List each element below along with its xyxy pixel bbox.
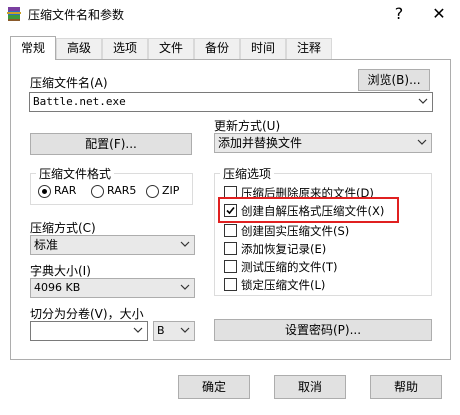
set-password-button[interactable]: 设置密码(P)... (214, 319, 432, 341)
test-label: 测试压缩的文件(T) (241, 260, 338, 274)
tab-advanced[interactable]: 高级 (56, 38, 102, 59)
tab-comment[interactable]: 注释 (286, 38, 332, 59)
radio-rar[interactable] (38, 185, 51, 198)
checkmark-icon (226, 206, 235, 215)
radio-rar5[interactable] (91, 185, 104, 198)
chevron-down-icon (417, 137, 427, 147)
help-title-button[interactable]: ? (380, 0, 418, 28)
method-select[interactable]: 标准 (30, 235, 195, 255)
cancel-button[interactable]: 取消 (274, 375, 346, 399)
chevron-down-icon (180, 325, 190, 335)
tab-files[interactable]: 文件 (148, 38, 194, 59)
options-group-title: 压缩选项 (220, 165, 275, 182)
method-label: 压缩方式(C) (30, 221, 96, 235)
checkbox-lock[interactable] (224, 278, 237, 291)
update-mode-select[interactable]: 添加并替换文件 (214, 133, 432, 153)
help-button[interactable]: 帮助 (370, 375, 442, 399)
radio-rar-label: RAR (54, 184, 77, 197)
split-unit-value: B (157, 324, 165, 337)
dict-select[interactable]: 4096 KB (30, 278, 195, 298)
archive-format-title: 压缩文件格式 (36, 165, 115, 182)
update-mode-label: 更新方式(U) (214, 119, 281, 133)
title-bar: 压缩文件名和参数 ? ✕ (0, 0, 460, 28)
split-unit-select[interactable]: B (153, 321, 195, 341)
ok-button[interactable]: 确定 (178, 375, 250, 399)
lock-label: 锁定压缩文件(L) (241, 278, 326, 292)
checkbox-test[interactable] (224, 260, 237, 273)
archive-name-value: Battle.net.exe (33, 95, 126, 108)
radio-zip-label: ZIP (162, 184, 180, 197)
tab-options[interactable]: 选项 (102, 38, 148, 59)
dict-value: 4096 KB (34, 281, 81, 294)
sfx-label: 创建自解压格式压缩文件(X) (241, 204, 385, 218)
recovery-label: 添加恢复记录(E) (241, 242, 327, 256)
split-label: 切分为分卷(V)，大小 (30, 307, 144, 321)
chevron-down-icon (418, 96, 428, 106)
profiles-button[interactable]: 配置(F)... (30, 133, 192, 155)
checkbox-solid[interactable] (224, 224, 237, 237)
checkbox-sfx[interactable] (224, 204, 237, 217)
browse-button[interactable]: 浏览(B)... (358, 69, 430, 91)
solid-label: 创建固实压缩文件(S) (241, 224, 350, 238)
method-value: 标准 (34, 238, 59, 252)
winrar-app-icon (6, 6, 22, 22)
chevron-down-icon (180, 239, 190, 249)
chevron-down-icon (133, 325, 143, 335)
tab-backup[interactable]: 备份 (194, 38, 240, 59)
radio-zip[interactable] (146, 185, 159, 198)
tab-time[interactable]: 时间 (240, 38, 286, 59)
chevron-down-icon (180, 282, 190, 292)
close-button[interactable]: ✕ (420, 0, 458, 28)
split-size-input[interactable] (30, 321, 148, 341)
update-mode-value: 添加并替换文件 (218, 136, 303, 150)
archive-name-input[interactable]: Battle.net.exe (29, 92, 433, 112)
archive-name-label: 压缩文件名(A) (30, 76, 108, 90)
checkbox-recovery[interactable] (224, 242, 237, 255)
radio-rar5-label: RAR5 (107, 184, 137, 197)
window-title: 压缩文件名和参数 (28, 8, 125, 22)
dict-label: 字典大小(I) (30, 264, 91, 278)
tab-general[interactable]: 常规 (10, 36, 56, 60)
